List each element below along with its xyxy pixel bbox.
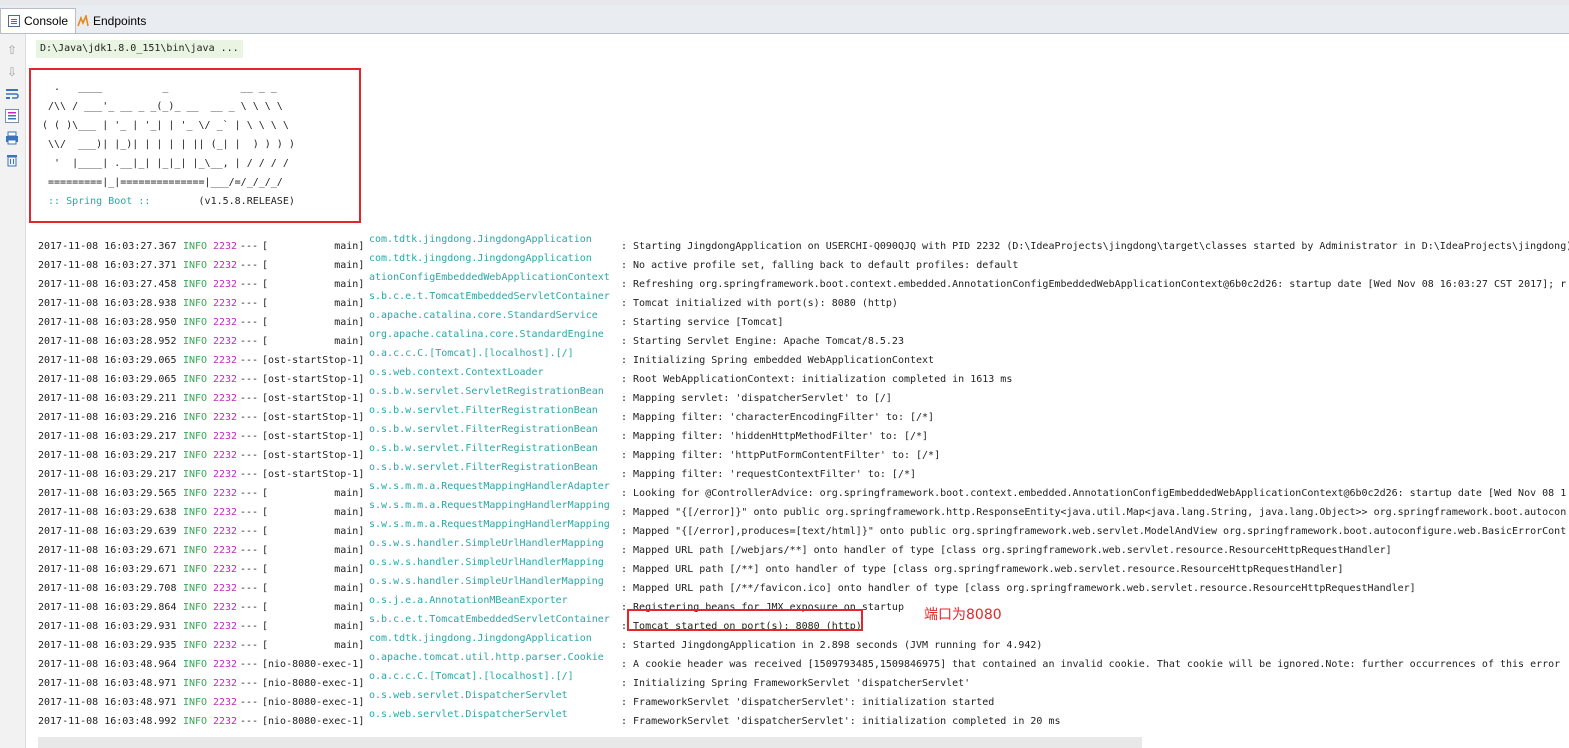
tab-console[interactable]: Console bbox=[0, 8, 77, 33]
console-toolbar: ⇧ ⇩ bbox=[0, 34, 26, 748]
log-logger[interactable]: com.tdtk.jingdong.JingdongApplication bbox=[369, 249, 621, 268]
log-logger[interactable]: o.s.b.w.servlet.FilterRegistrationBean bbox=[369, 420, 621, 439]
log-line[interactable]: 2017-11-08 16:03:29.565 INFO 2232 ---[ main… bbox=[38, 477, 1569, 499]
log-line[interactable]: 2017-11-08 16:03:48.992 INFO 2232 --- [nio-8… bbox=[38, 705, 1569, 727]
tab-endpoints-label: Endpoints bbox=[93, 13, 147, 28]
spring-boot-version: (v1.5.8.RELEASE) bbox=[156, 196, 295, 207]
log-line[interactable]: 2017-11-08 16:03:29.671 INFO 2232 ---[ main… bbox=[38, 553, 1569, 575]
log-logger[interactable]: o.s.b.w.servlet.FilterRegistrationBean bbox=[369, 458, 621, 477]
spring-boot-label: :: Spring Boot :: bbox=[42, 196, 157, 207]
log-line[interactable]: 2017-11-08 16:03:29.639 INFO 2232 ---[ main… bbox=[38, 515, 1569, 537]
log-line[interactable]: 2017-11-08 16:03:29.216 INFO 2232 --- [ost-s… bbox=[38, 401, 1569, 423]
log-logger[interactable]: o.s.web.servlet.DispatcherServlet bbox=[369, 705, 621, 724]
console-icon bbox=[8, 15, 20, 27]
log-logger[interactable]: o.s.w.s.handler.SimpleUrlHandlerMapping bbox=[369, 534, 621, 553]
log-logger[interactable]: o.s.j.e.a.AnnotationMBeanExporter bbox=[369, 591, 621, 610]
log-line[interactable]: 2017-11-08 16:03:28.952 INFO 2232 ---[ main… bbox=[38, 325, 1569, 347]
log-logger[interactable]: ationConfigEmbeddedWebApplicationContext bbox=[369, 268, 621, 287]
banner-line: =========|_|==============|___/=/_/_/_/ bbox=[42, 177, 283, 188]
log-line[interactable]: 2017-11-08 16:03:29.708 INFO 2232 ---[ main… bbox=[38, 572, 1569, 594]
log-logger[interactable]: org.apache.catalina.core.StandardEngine bbox=[369, 325, 621, 344]
log-lines: 2017-11-08 16:03:27.367 INFO 2232 ---[ main… bbox=[38, 230, 1569, 727]
log-logger[interactable]: o.s.b.w.servlet.ServletRegistrationBean bbox=[369, 382, 621, 401]
log-logger[interactable]: s.w.s.m.m.a.RequestMappingHandlerMapping bbox=[369, 496, 621, 515]
print-icon[interactable] bbox=[4, 130, 20, 146]
log-line[interactable]: 2017-11-08 16:03:29.217 INFO 2232 --- [ost-s… bbox=[38, 420, 1569, 442]
log-logger[interactable]: o.s.b.w.servlet.FilterRegistrationBean bbox=[369, 439, 621, 458]
log-line[interactable]: 2017-11-08 16:03:29.065 INFO 2232 --- [ost-s… bbox=[38, 363, 1569, 385]
log-line[interactable]: 2017-11-08 16:03:48.971 INFO 2232 --- [nio-8… bbox=[38, 686, 1569, 708]
log-line[interactable]: 2017-11-08 16:03:29.217 INFO 2232 --- [ost-s… bbox=[38, 439, 1569, 461]
log-separator: --- bbox=[240, 716, 259, 727]
log-logger[interactable]: o.a.c.c.C.[Tomcat].[localhost].[/] bbox=[369, 667, 621, 686]
log-logger[interactable]: o.s.w.s.handler.SimpleUrlHandlerMapping bbox=[369, 572, 621, 591]
log-message: : FrameworkServlet 'dispatcherServlet': … bbox=[621, 716, 1061, 727]
up-arrow-icon[interactable]: ⇧ bbox=[4, 42, 20, 58]
log-line[interactable]: 2017-11-08 16:03:29.211 INFO 2232 --- [ost-s… bbox=[38, 382, 1569, 404]
log-logger[interactable]: o.apache.tomcat.util.http.parser.Cookie bbox=[369, 648, 621, 667]
banner-line: . ____ _ __ _ _ bbox=[42, 82, 277, 93]
log-logger[interactable]: s.b.c.e.t.TomcatEmbeddedServletContainer bbox=[369, 610, 621, 629]
run-command[interactable]: D:\Java\jdk1.8.0_151\bin\java ... bbox=[36, 40, 243, 58]
spring-boot-banner: . ____ _ __ _ _ /\\ / ___'_ __ _ _(_)_ _… bbox=[42, 78, 295, 211]
log-line[interactable]: 2017-11-08 16:03:29.935 INFO 2232 ---[ main… bbox=[38, 629, 1569, 651]
port-highlight-box bbox=[627, 609, 863, 631]
banner-line: \\/ ___)| |_)| | | | | || (_| | ) ) ) ) bbox=[42, 139, 295, 150]
endpoints-icon bbox=[77, 12, 89, 27]
tab-endpoints[interactable]: Endpoints bbox=[70, 8, 153, 33]
log-logger[interactable]: s.b.c.e.t.TomcatEmbeddedServletContainer bbox=[369, 287, 621, 306]
banner-line: ( ( )\___ | '_ | '_| | '_ \/ _` | \ \ \ … bbox=[42, 120, 289, 131]
port-annotation: 端口为8080 bbox=[924, 607, 1002, 623]
log-line[interactable]: 2017-11-08 16:03:27.367 INFO 2232 ---[ main… bbox=[38, 230, 1569, 252]
tool-window-tab-bar: Console Endpoints bbox=[0, 5, 1569, 34]
log-logger[interactable]: o.s.b.w.servlet.FilterRegistrationBean bbox=[369, 401, 621, 420]
log-logger[interactable]: o.s.web.context.ContextLoader bbox=[369, 363, 621, 382]
log-logger[interactable]: o.s.w.s.handler.SimpleUrlHandlerMapping bbox=[369, 553, 621, 572]
banner-line: /\\ / ___'_ __ _ _(_)_ __ __ _ \ \ \ \ bbox=[42, 101, 283, 112]
log-timestamp: 2017-11-08 16:03:48.992 bbox=[38, 716, 177, 727]
log-line[interactable]: 2017-11-08 16:03:27.458 INFO 2232 ---[ main… bbox=[38, 268, 1569, 290]
horizontal-scrollbar[interactable] bbox=[38, 737, 1142, 748]
tab-console-label: Console bbox=[24, 14, 69, 28]
trash-icon[interactable] bbox=[4, 152, 20, 168]
log-level: INFO bbox=[183, 716, 208, 727]
log-logger[interactable]: com.tdtk.jingdong.JingdongApplication bbox=[369, 629, 621, 648]
log-pid: 2232 bbox=[213, 716, 238, 727]
banner-line: ' |____| .__|_| |_|_| |_\__, | / / / / bbox=[42, 158, 289, 169]
log-logger[interactable]: s.w.s.m.m.a.RequestMappingHandlerAdapter bbox=[369, 477, 621, 496]
log-logger[interactable]: com.tdtk.jingdong.JingdongApplication bbox=[369, 230, 621, 249]
log-line[interactable]: 2017-11-08 16:03:29.217 INFO 2232 --- [ost-s… bbox=[38, 458, 1569, 480]
log-logger[interactable]: s.w.s.m.m.a.RequestMappingHandlerMapping bbox=[369, 515, 621, 534]
scroll-to-end-icon[interactable] bbox=[4, 108, 20, 124]
log-line[interactable]: 2017-11-08 16:03:48.964 INFO 2232 --- [nio-8… bbox=[38, 648, 1569, 670]
log-line[interactable]: 2017-11-08 16:03:29.065 INFO 2232 --- [ost-s… bbox=[38, 344, 1569, 366]
console-output[interactable]: D:\Java\jdk1.8.0_151\bin\java ... . ____… bbox=[26, 34, 1569, 748]
soft-wrap-icon[interactable] bbox=[4, 86, 20, 102]
log-line[interactable]: 2017-11-08 16:03:29.671 INFO 2232 ---[ main… bbox=[38, 534, 1569, 556]
log-logger[interactable]: o.a.c.c.C.[Tomcat].[localhost].[/] bbox=[369, 344, 621, 363]
log-logger[interactable]: o.apache.catalina.core.StandardService bbox=[369, 306, 621, 325]
log-line[interactable]: 2017-11-08 16:03:29.638 INFO 2232 ---[ main… bbox=[38, 496, 1569, 518]
log-logger[interactable]: o.s.web.servlet.DispatcherServlet bbox=[369, 686, 621, 705]
down-arrow-icon[interactable]: ⇩ bbox=[4, 64, 20, 80]
log-thread: [nio-8080-exec-1] bbox=[262, 716, 365, 727]
